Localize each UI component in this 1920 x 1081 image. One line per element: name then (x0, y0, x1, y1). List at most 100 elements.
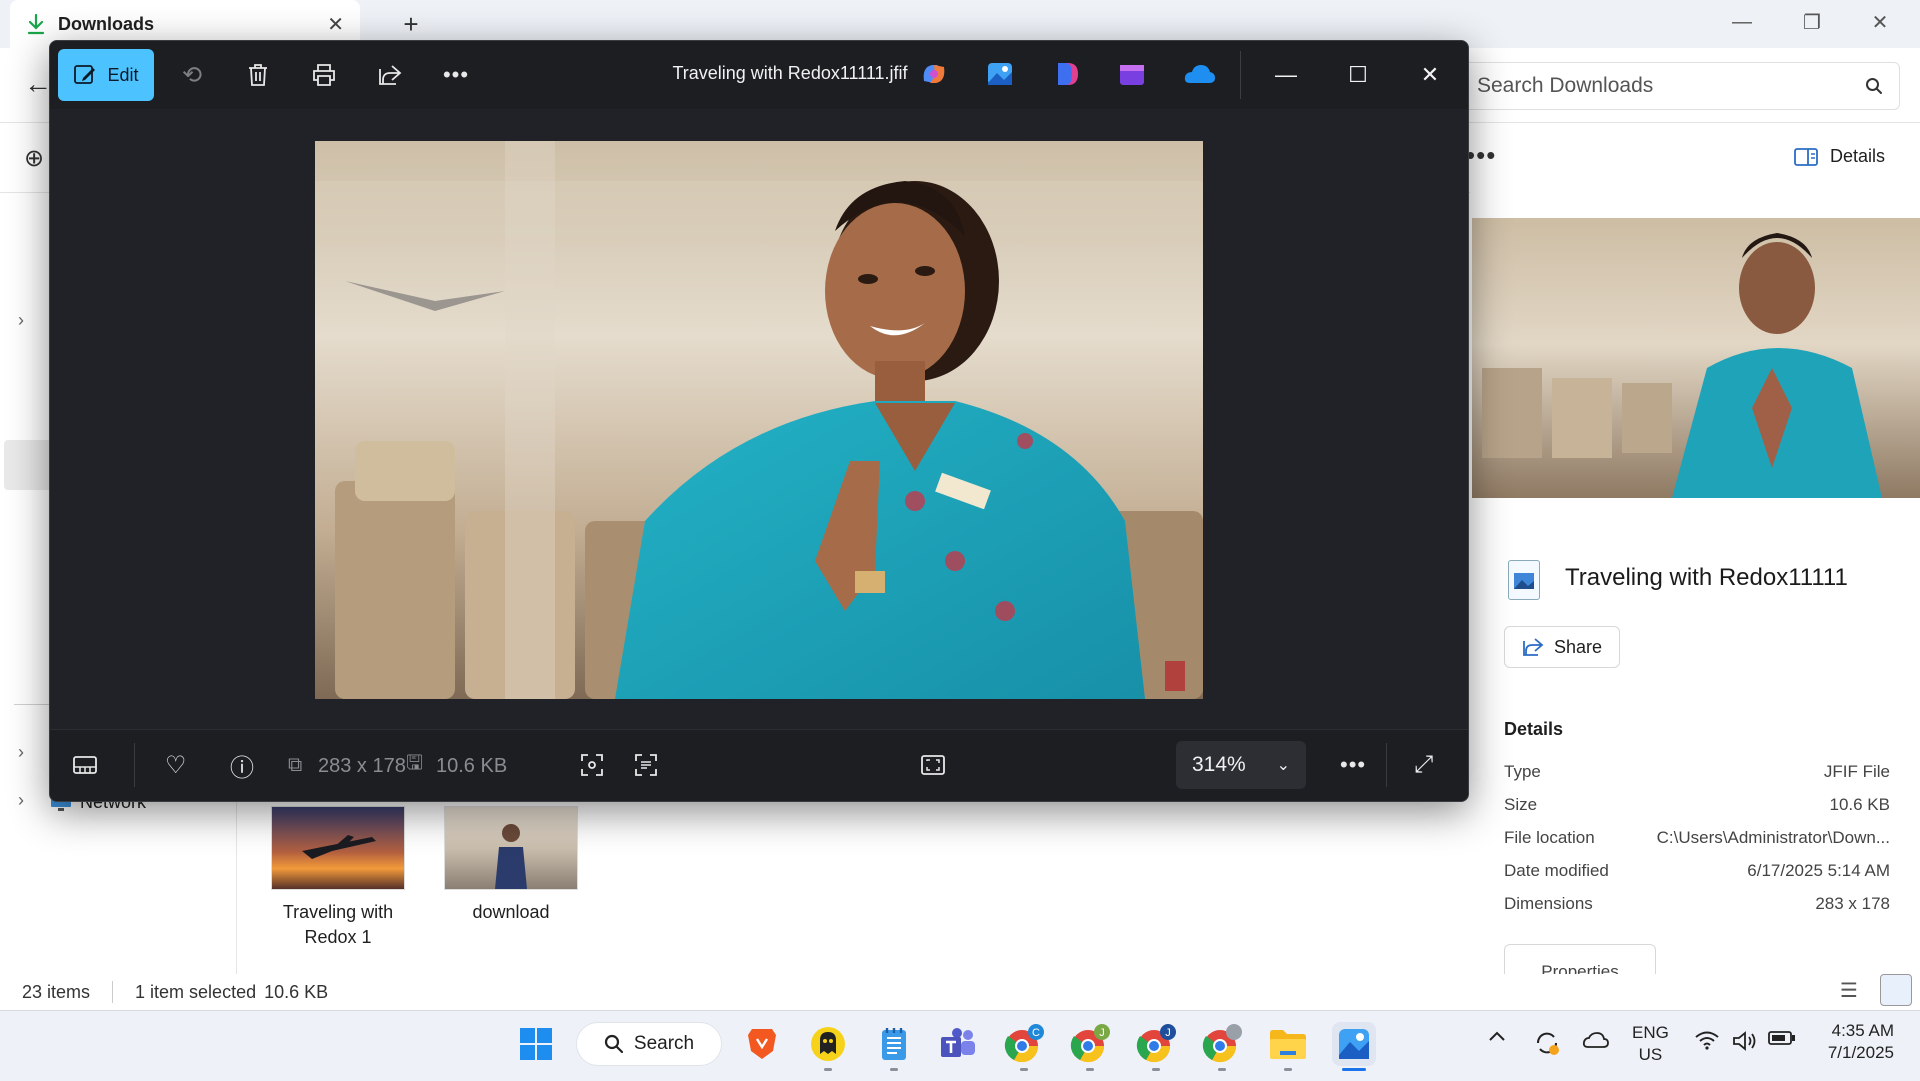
close-tab-icon[interactable]: ✕ (327, 12, 344, 37)
notepad-icon[interactable] (872, 1022, 916, 1066)
minimize-button[interactable]: — (1266, 59, 1306, 91)
share-label: Share (1553, 636, 1603, 657)
details-heading: Details (1504, 719, 1564, 739)
language-code: ENG (1632, 1023, 1669, 1042)
photos-icon[interactable] (986, 61, 1014, 87)
sync-icon[interactable] (1534, 1030, 1560, 1056)
close-window-button[interactable]: ✕ (1858, 6, 1902, 38)
maximize-button[interactable]: ☐ (1338, 59, 1378, 91)
running-indicator (824, 1068, 832, 1071)
expand-chevron-icon[interactable]: › (18, 742, 24, 763)
detail-value: 6/17/2025 5:14 AM (1747, 861, 1890, 880)
fullscreen-icon[interactable]: ⤢ (1414, 747, 1433, 783)
active-app-indicator (1342, 1068, 1366, 1071)
search-placeholder: Search Downloads (1477, 74, 1654, 97)
detail-value: C:\Users\Administrator\Down... (1656, 828, 1890, 847)
zoom-level: 314% (1192, 753, 1246, 776)
list-view-icon[interactable]: ☰ (1840, 978, 1858, 1003)
detail-value: 283 x 178 (1815, 894, 1890, 913)
new-item-icon[interactable]: ⊕ (24, 144, 44, 173)
onedrive-icon[interactable] (1582, 1030, 1610, 1050)
detail-label: Size (1504, 795, 1538, 814)
restore-button[interactable]: ❐ (1790, 6, 1834, 38)
clipchamp-icon[interactable] (1118, 61, 1146, 87)
detail-row-size: Size 10.6 KB (1504, 795, 1890, 815)
detail-row-location: File location C:\Users\Administrator\Dow… (1504, 828, 1890, 848)
chrome-icon[interactable]: C (1002, 1022, 1046, 1066)
running-indicator (890, 1068, 898, 1071)
properties-label: Properties (1541, 962, 1619, 974)
battery-icon[interactable] (1768, 1030, 1796, 1046)
share-icon (1522, 637, 1544, 657)
more-options-button[interactable]: ••• (1466, 140, 1496, 171)
running-indicator (1086, 1068, 1094, 1071)
search-icon (604, 1034, 624, 1054)
search-icon (1865, 77, 1883, 95)
profile-badge: J (1099, 1027, 1105, 1039)
chevron-up-icon[interactable] (1488, 1030, 1506, 1042)
start-icon[interactable] (514, 1022, 558, 1066)
expand-chevron-icon[interactable]: › (18, 790, 24, 811)
back-arrow-icon[interactable]: ← (24, 68, 52, 100)
copilot-icon[interactable] (920, 61, 948, 87)
rotate-icon[interactable]: ⟲ (172, 55, 212, 95)
clock[interactable]: 4:35 AM 7/1/2025 (1810, 1020, 1894, 1064)
displayed-photo[interactable] (315, 141, 1203, 699)
file-tile[interactable]: download (436, 806, 586, 925)
photos-viewer-window: Edit ⟲ ••• Traveling with Redox11111.jfi… (49, 40, 1469, 802)
share-icon[interactable] (370, 55, 410, 95)
delete-icon[interactable] (238, 55, 278, 95)
search-input[interactable]: Search Downloads (1460, 62, 1900, 110)
brave-icon[interactable] (740, 1022, 784, 1066)
tiles-view-icon[interactable] (1880, 974, 1912, 1006)
print-icon[interactable] (304, 55, 344, 95)
details-pane-button[interactable]: Details (1794, 146, 1885, 167)
minimize-button[interactable]: — (1720, 6, 1764, 38)
file-tile[interactable]: Traveling with Redox 1 (263, 806, 413, 950)
more-icon[interactable]: ••• (1340, 747, 1366, 783)
cyberghost-icon[interactable] (806, 1022, 850, 1066)
text-scan-icon[interactable] (634, 747, 658, 783)
selection-size: 10.6 KB (264, 981, 329, 1002)
visual-search-icon[interactable] (580, 747, 604, 783)
file-explorer-icon[interactable] (1266, 1022, 1310, 1066)
volume-icon[interactable] (1732, 1030, 1758, 1052)
detail-label: Dimensions (1504, 894, 1593, 913)
new-tab-button[interactable]: + (395, 8, 427, 40)
clock-time: 4:35 AM (1831, 1021, 1894, 1040)
edit-button[interactable]: Edit (58, 49, 154, 101)
teams-icon[interactable] (936, 1022, 980, 1066)
chrome-icon[interactable]: J (1134, 1022, 1178, 1066)
fit-to-window-icon[interactable] (920, 747, 946, 783)
photos-icon[interactable] (1332, 1022, 1376, 1066)
edit-icon (73, 63, 97, 87)
info-icon[interactable]: ⓘ (230, 747, 254, 783)
running-indicator (1218, 1068, 1226, 1071)
more-icon[interactable]: ••• (436, 55, 476, 95)
running-indicator (1020, 1068, 1028, 1071)
favorite-icon[interactable]: ♡ (165, 747, 187, 783)
details-label: Details (1830, 146, 1886, 166)
taskbar-search-button[interactable]: Search (576, 1022, 722, 1066)
filmstrip-icon[interactable] (72, 747, 98, 783)
detail-label: File location (1504, 828, 1595, 847)
properties-button[interactable]: Properties (1504, 944, 1656, 974)
share-button[interactable]: Share (1504, 626, 1620, 668)
details-preview-image (1472, 218, 1920, 498)
running-indicator (1152, 1068, 1160, 1071)
bottom-divider (1386, 743, 1387, 787)
designer-icon[interactable] (1052, 61, 1080, 87)
wifi-icon[interactable] (1694, 1030, 1720, 1050)
bottom-divider (134, 743, 135, 787)
close-button[interactable]: ✕ (1410, 59, 1450, 91)
chrome-icon[interactable] (1200, 1022, 1244, 1066)
search-label: Search (633, 1033, 695, 1054)
chrome-icon[interactable]: J (1068, 1022, 1112, 1066)
expand-chevron-icon[interactable]: › (18, 310, 24, 331)
detail-label: Date modified (1504, 861, 1609, 880)
file-thumbnail (444, 806, 578, 890)
onedrive-icon[interactable] (1184, 61, 1215, 87)
viewer-file-title: Traveling with Redox11111.jfif (672, 63, 908, 83)
zoom-dropdown[interactable]: 314% ⌄ (1176, 741, 1306, 789)
language-indicator[interactable]: ENG US (1632, 1022, 1669, 1066)
